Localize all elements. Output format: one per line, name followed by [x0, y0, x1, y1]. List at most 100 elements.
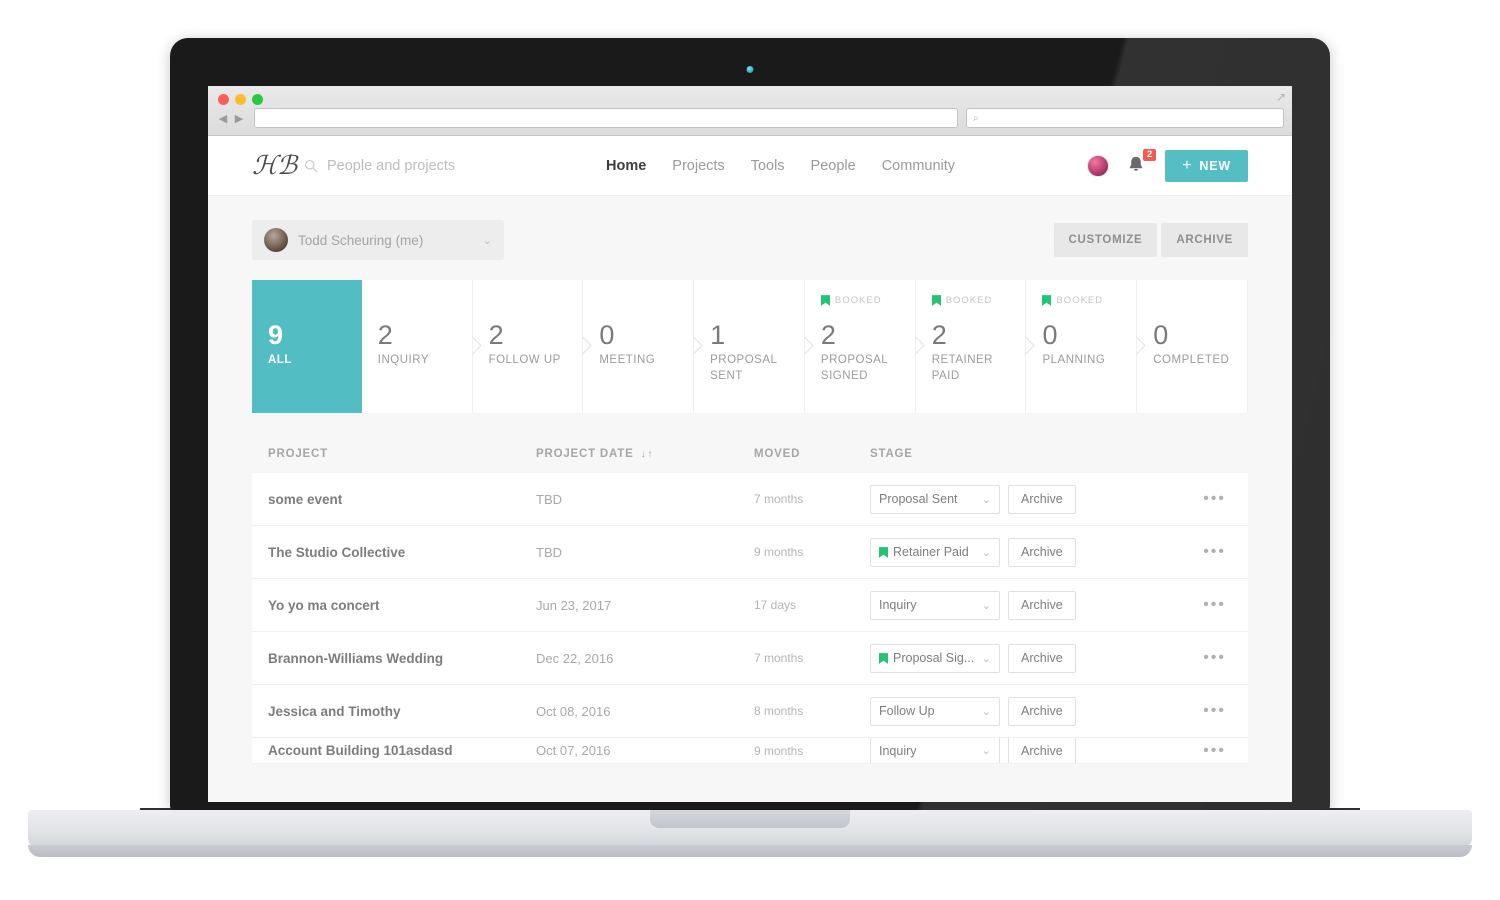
notification-badge: 2 — [1142, 148, 1157, 162]
card-chevron-notch — [1136, 336, 1147, 358]
cell-project[interactable]: Yo yo ma concert — [268, 598, 536, 613]
booked-flag-icon — [879, 546, 888, 558]
cell-project-date: TBD — [536, 544, 562, 560]
cell-project[interactable]: Account Building 101asdasd — [268, 743, 536, 758]
cell-stage: Retainer Paid ⌄ Archive ••• — [870, 537, 1232, 567]
global-search[interactable]: People and projects — [304, 158, 564, 174]
new-button[interactable]: + NEW — [1165, 149, 1248, 182]
chevron-down-icon: ⌄ — [981, 652, 991, 665]
laptop-lid: ◀ ▶ ⌕ ↗ ℋℬ People and projects Home Proj… — [170, 38, 1330, 810]
cell-project[interactable]: Jessica and Timothy — [268, 704, 536, 719]
archive-row-button[interactable]: Archive — [1008, 643, 1076, 673]
sort-icon[interactable]: ↓ ↑ — [641, 449, 654, 460]
pipeline-card-label: COMPLETED — [1153, 354, 1230, 367]
app-viewport: ℋℬ People and projects Home Projects Too… — [208, 136, 1292, 802]
booked-spacer — [710, 294, 804, 307]
cell-project[interactable]: Brannon-Williams Wedding — [268, 651, 536, 666]
column-header-stage[interactable]: STAGE — [870, 448, 1232, 460]
archive-row-button[interactable]: Archive — [1008, 696, 1076, 726]
row-more-menu-icon[interactable]: ••• — [1203, 543, 1232, 561]
pipeline-card-completed[interactable]: 0 COMPLETED — [1136, 280, 1249, 413]
url-input[interactable] — [254, 108, 958, 128]
user-filter-dropdown[interactable]: Todd Scheuring (me) ⌄ — [252, 220, 504, 260]
pipeline-card-inquiry[interactable]: 2 INQUIRY — [361, 280, 473, 413]
nav-projects[interactable]: Projects — [672, 158, 724, 174]
cell-stage: Inquiry ⌄ Archive ••• — [870, 738, 1232, 763]
booked-flag-icon — [820, 295, 830, 306]
cell-stage: Follow Up ⌄ Archive ••• — [870, 696, 1232, 726]
row-more-menu-icon[interactable]: ••• — [1203, 490, 1232, 508]
maximize-icon[interactable] — [252, 94, 263, 105]
card-chevron-notch — [915, 336, 926, 358]
back-icon[interactable]: ◀ — [216, 110, 230, 126]
row-more-menu-icon[interactable]: ••• — [1203, 702, 1232, 720]
table-row[interactable]: Account Building 101asdasd Oct 07, 2016 9 … — [252, 738, 1248, 764]
stage-select[interactable]: Proposal Sent ⌄ — [870, 484, 1000, 514]
pipeline-card-label: PROPOSAL SIGNED — [820, 354, 888, 382]
pipeline-card-count: 2 — [488, 320, 504, 350]
user-avatar — [264, 228, 288, 252]
stage-select[interactable]: Follow Up ⌄ — [870, 696, 1000, 726]
nav-tools[interactable]: Tools — [751, 158, 785, 174]
minimize-icon[interactable] — [235, 94, 246, 105]
avatar[interactable] — [1087, 154, 1110, 177]
booked-label: BOOKED — [1056, 295, 1104, 306]
search-placeholder: People and projects — [327, 157, 456, 174]
stage-select[interactable]: Inquiry ⌄ — [870, 738, 1000, 763]
nav-home[interactable]: Home — [606, 158, 646, 174]
pipeline-card-proposal-signed[interactable]: BOOKED 2 PROPOSAL SIGNED — [804, 280, 916, 413]
close-icon[interactable] — [218, 94, 229, 105]
table-row[interactable]: Jessica and Timothy Oct 08, 2016 8 months F… — [252, 685, 1248, 738]
pipeline-card-planning[interactable]: BOOKED 0 PLANNING — [1026, 280, 1138, 413]
pipeline-card-count: 2 — [931, 320, 947, 350]
resize-handle-icon[interactable]: ↗ — [1276, 90, 1286, 104]
booked-label: BOOKED — [834, 295, 882, 306]
app-header-actions: 2 + NEW — [1087, 148, 1248, 182]
column-header-moved[interactable]: MOVED — [754, 448, 870, 460]
nav-community[interactable]: Community — [882, 158, 955, 174]
column-header-project[interactable]: PROJECT — [268, 448, 536, 460]
archive-row-button[interactable]: Archive — [1008, 738, 1076, 763]
sort-asc-icon: ↑ — [647, 448, 654, 460]
pipeline-card-meeting[interactable]: 0 MEETING — [582, 280, 695, 413]
pipeline-card-follow-up[interactable]: 2 FOLLOW UP — [472, 280, 584, 413]
row-more-menu-icon[interactable]: ••• — [1203, 742, 1232, 760]
chevron-down-icon: ⌄ — [981, 546, 991, 559]
cell-project[interactable]: The Studio Collective — [268, 545, 536, 560]
stage-select[interactable]: Inquiry ⌄ — [870, 590, 1000, 620]
honeybook-logo[interactable]: ℋℬ — [252, 151, 298, 181]
table-row[interactable]: some event TBD 7 months Proposal Sent ⌄ Archi… — [252, 473, 1248, 526]
forward-icon[interactable]: ▶ — [232, 110, 246, 126]
table-row[interactable]: Brannon-Williams Wedding Dec 22, 2016 7 mo… — [252, 632, 1248, 685]
stage-select[interactable]: Retainer Paid ⌄ — [870, 537, 1000, 567]
row-more-menu-icon[interactable]: ••• — [1203, 596, 1232, 614]
browser-nav-buttons: ◀ ▶ — [216, 110, 246, 126]
pipeline-card-proposal-sent[interactable]: 1 PROPOSAL SENT — [694, 280, 805, 413]
app-header: ℋℬ People and projects Home Projects Too… — [208, 136, 1292, 196]
pipeline-card-label: PROPOSAL SENT — [710, 354, 777, 382]
stage-select[interactable]: Proposal Sig... ⌄ — [870, 643, 1000, 673]
cell-moved: 17 days — [754, 598, 797, 612]
notifications-button[interactable]: 2 — [1125, 148, 1157, 178]
archive-row-button[interactable]: Archive — [1008, 590, 1076, 620]
column-header-project-date[interactable]: PROJECT DATE ↓ ↑ — [536, 448, 754, 460]
card-chevron-notch — [582, 336, 593, 358]
browser-search-input[interactable]: ⌕ — [966, 108, 1284, 128]
row-more-menu-icon[interactable]: ••• — [1203, 649, 1232, 667]
pipeline-card-count: 2 — [377, 320, 393, 350]
pipeline-card-label: FOLLOW UP — [488, 354, 561, 367]
booked-label: BOOKED — [945, 295, 993, 306]
plus-icon: + — [1182, 156, 1193, 174]
pipeline-card-all[interactable]: 9 ALL — [252, 280, 362, 413]
table-row[interactable]: The Studio Collective TBD 9 months Retainer… — [252, 526, 1248, 579]
customize-button[interactable]: CUSTOMIZE — [1053, 223, 1158, 257]
window-traffic-lights — [218, 94, 263, 105]
archive-row-button[interactable]: Archive — [1008, 484, 1076, 514]
archive-row-button[interactable]: Archive — [1008, 537, 1076, 567]
nav-people[interactable]: People — [811, 158, 856, 174]
pipeline-card-retainer-paid[interactable]: BOOKED 2 RETAINER PAID — [915, 280, 1027, 413]
table-row[interactable]: Yo yo ma concert Jun 23, 2017 17 days Inqui… — [252, 579, 1248, 632]
cell-project[interactable]: some event — [268, 492, 536, 507]
cell-moved: 8 months — [754, 704, 804, 718]
archive-view-button[interactable]: ARCHIVE — [1161, 223, 1248, 257]
